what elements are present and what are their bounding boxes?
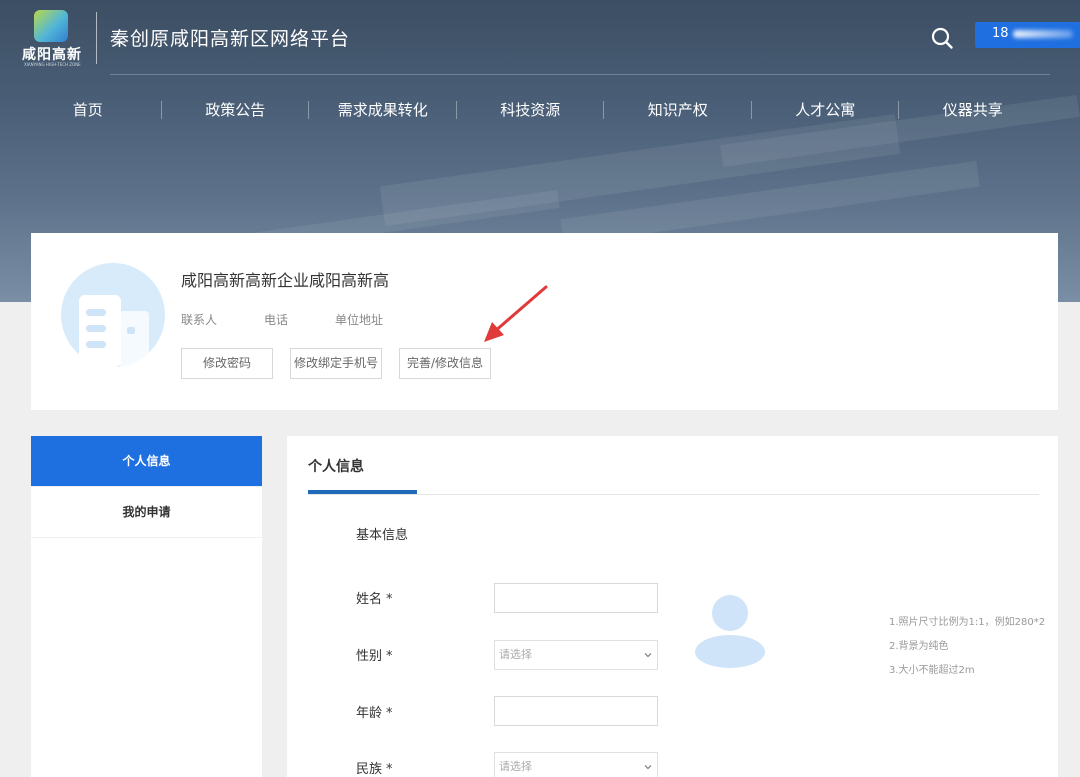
edit-info-button[interactable]: 完善/修改信息 (399, 348, 491, 379)
logo-subtext: XIANYANG HIGH-TECH ZONE (24, 62, 81, 67)
user-account-label: 18 (992, 26, 1009, 41)
redacted-blur (1012, 29, 1073, 38)
profile-actions: 修改密码 修改绑定手机号 完善/修改信息 (181, 348, 508, 379)
gender-label: 性别 * (356, 645, 393, 664)
header-divider (110, 74, 1050, 75)
main-nav: 首页 政策公告 需求成果转化 科技资源 知识产权 人才公寓 仪器共享 (14, 92, 1058, 128)
sidebar-item-my-applications[interactable]: 我的申请 (31, 487, 262, 538)
gender-select-placeholder: 请选择 (499, 648, 532, 661)
tab-personal-info[interactable]: 个人信息 (308, 456, 364, 476)
nav-item-demand-transfer[interactable]: 需求成果转化 (309, 92, 457, 128)
gender-select[interactable]: 请选择 (494, 640, 658, 670)
contact-label: 联系人 (181, 313, 218, 327)
main-content: 个人信息 基本信息 姓名 * 性别 * 请选择 年龄 * 民族 * 请选择 1.照片尺寸… (287, 436, 1058, 777)
age-label: 年龄 * (356, 702, 393, 721)
gender-label-text: 性别 (356, 649, 383, 664)
chevron-down-icon (644, 765, 652, 770)
logo-text: 咸阳高新 (22, 47, 82, 63)
ethnicity-select[interactable]: 请选择 (494, 752, 658, 777)
nav-item-tech-resources[interactable]: 科技资源 (457, 92, 605, 128)
age-label-text: 年龄 (356, 706, 383, 721)
name-input[interactable] (494, 583, 658, 613)
contact-info: 联系人 电话 单位地址 (181, 311, 430, 328)
logo-divider (96, 12, 97, 64)
required-mark: * (386, 706, 393, 721)
change-phone-button[interactable]: 修改绑定手机号 (290, 348, 382, 379)
phone-label: 电话 (264, 313, 289, 327)
logo-mark-icon (34, 10, 68, 42)
nav-item-instrument-sharing[interactable]: 仪器共享 (899, 92, 1047, 128)
company-name: 咸阳高新高新企业咸阳高新高 (181, 271, 390, 290)
company-avatar (61, 263, 165, 367)
user-avatar-icon[interactable] (694, 594, 766, 670)
ethnicity-label: 民族 * (356, 758, 393, 777)
chevron-down-icon (644, 653, 652, 658)
annotation-arrow-icon (484, 285, 548, 342)
age-input[interactable] (494, 696, 658, 726)
nav-item-ip[interactable]: 知识产权 (604, 92, 752, 128)
search-icon[interactable] (930, 26, 954, 50)
tab-divider (308, 494, 1039, 495)
required-mark: * (386, 649, 393, 664)
nav-item-policy[interactable]: 政策公告 (162, 92, 310, 128)
photo-hints: 1.照片尺寸比例为1:1，例如280*2 2.背景为纯色 3.大小不能超过2m (889, 611, 1045, 683)
ethnicity-select-placeholder: 请选择 (499, 760, 532, 773)
nav-item-home[interactable]: 首页 (14, 92, 162, 128)
change-password-button[interactable]: 修改密码 (181, 348, 273, 379)
sidebar: 个人信息 我的申请 (31, 436, 262, 777)
ethnicity-label-text: 民族 (356, 762, 383, 777)
required-mark: * (386, 762, 393, 777)
photo-hint-2: 2.背景为纯色 (889, 641, 949, 652)
nav-item-talent-apartment[interactable]: 人才公寓 (752, 92, 900, 128)
building-icon (79, 295, 149, 367)
name-label: 姓名 * (356, 588, 393, 607)
user-account-button[interactable]: 18 (975, 22, 1080, 48)
sidebar-item-personal-info[interactable]: 个人信息 (31, 436, 262, 487)
name-label-text: 姓名 (356, 592, 383, 607)
section-title: 基本信息 (356, 528, 409, 543)
site-title: 秦创原咸阳高新区网络平台 (110, 28, 351, 50)
photo-hint-3: 3.大小不能超过2m (889, 665, 975, 676)
required-mark: * (386, 592, 393, 607)
address-label: 单位地址 (335, 313, 384, 327)
photo-hint-1: 1.照片尺寸比例为1:1，例如280*2 (889, 617, 1046, 628)
site-logo[interactable]: 咸阳高新 XIANYANG HIGH-TECH ZONE (22, 10, 88, 67)
